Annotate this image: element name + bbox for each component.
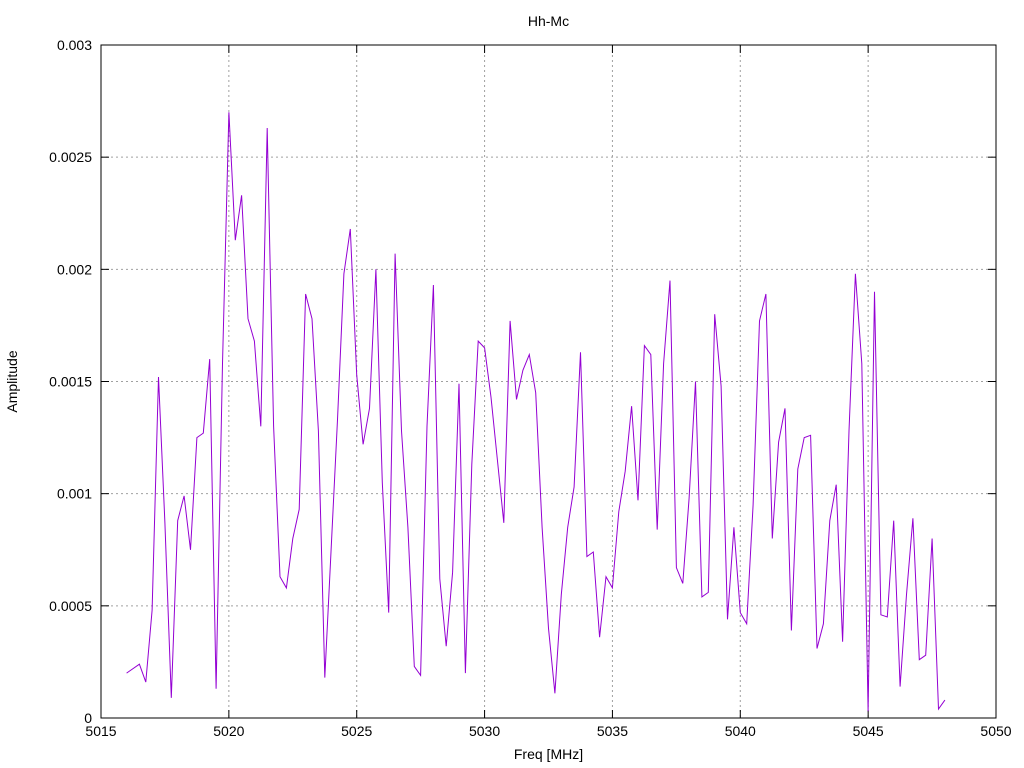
x-tick-label: 5030 — [469, 723, 500, 739]
y-tick-label: 0.002 — [57, 261, 92, 277]
x-tick-label: 5050 — [980, 723, 1011, 739]
y-tick-label: 0.0025 — [49, 149, 92, 165]
x-tick-label: 5035 — [597, 723, 628, 739]
chart-background — [0, 0, 1024, 768]
x-tick-label: 5045 — [853, 723, 884, 739]
x-tick-label: 5020 — [213, 723, 244, 739]
line-chart: 5015 5020 5025 5030 5035 5040 5045 505000.00050… — [0, 0, 1024, 768]
y-tick-label: 0.0005 — [49, 598, 92, 614]
chart-title: Hh-Mc — [528, 13, 569, 29]
y-tick-label: 0 — [84, 710, 92, 726]
y-axis-label: Amplitude — [4, 350, 20, 412]
x-tick-label: 5025 — [341, 723, 372, 739]
y-tick-label: 0.003 — [57, 37, 92, 53]
x-axis-label: Freq [MHz] — [514, 746, 583, 762]
x-tick-label: 5040 — [725, 723, 756, 739]
y-tick-label: 0.001 — [57, 486, 92, 502]
y-tick-label: 0.0015 — [49, 374, 92, 390]
